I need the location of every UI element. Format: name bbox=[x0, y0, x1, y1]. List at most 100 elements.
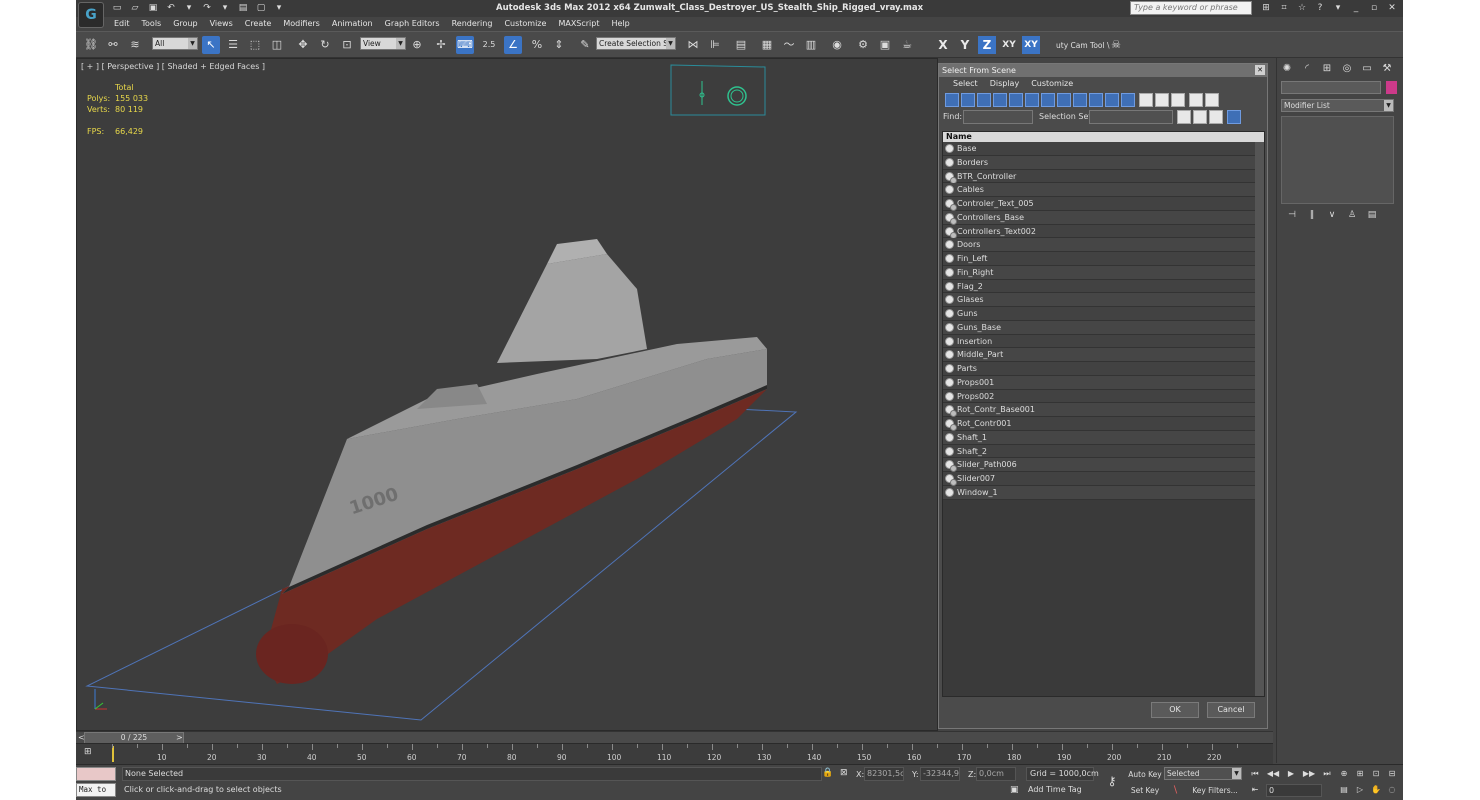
render-setup-icon[interactable]: ⚙ bbox=[854, 36, 872, 54]
new-file-icon[interactable]: ▭ bbox=[110, 2, 124, 14]
named-selection-dropdown[interactable]: Create Selection Se ▼ bbox=[596, 37, 676, 50]
utilities-tab-icon[interactable]: ⚒ bbox=[1379, 61, 1395, 77]
time-slider[interactable]: < 0 / 225 > bbox=[76, 731, 1273, 744]
field-of-view-icon[interactable]: ▷ bbox=[1354, 784, 1366, 796]
time-next-arrow[interactable]: > bbox=[176, 733, 183, 742]
filter-xrefs-icon[interactable] bbox=[1057, 93, 1071, 107]
menu-graph-editors[interactable]: Graph Editors bbox=[379, 17, 446, 31]
filter-geometry-icon[interactable] bbox=[945, 93, 959, 107]
list-item[interactable]: Rot_Contr_Base001 bbox=[943, 403, 1264, 418]
auto-key-button[interactable]: Auto Key bbox=[1128, 768, 1162, 781]
list-item[interactable]: Slider007 bbox=[943, 472, 1264, 486]
select-object-icon[interactable]: ↖ bbox=[202, 36, 220, 54]
app-logo-button[interactable]: G bbox=[78, 2, 104, 28]
filter-hidden-icon[interactable] bbox=[1121, 93, 1135, 107]
list-item[interactable]: Cables bbox=[943, 183, 1264, 197]
filter-containers-icon[interactable] bbox=[1089, 93, 1103, 107]
dialog-title-bar[interactable]: Select From Scene ✕ bbox=[939, 64, 1267, 77]
configure-sets-icon[interactable]: ▤ bbox=[1365, 208, 1379, 222]
select-invert-icon[interactable] bbox=[1171, 93, 1185, 107]
camtool-skull-icon[interactable]: ☠ bbox=[1107, 36, 1125, 54]
make-unique-icon[interactable]: ∨ bbox=[1325, 208, 1339, 222]
axis-z-button[interactable]: Z bbox=[978, 36, 996, 54]
scale-icon[interactable]: ⊡ bbox=[338, 36, 356, 54]
motion-tab-icon[interactable]: ◎ bbox=[1339, 61, 1355, 77]
zoom-extents-icon[interactable]: ⊡ bbox=[1370, 768, 1382, 780]
viewport-icon[interactable]: ▢ bbox=[254, 2, 268, 14]
menu-customize[interactable]: Customize bbox=[498, 17, 552, 31]
list-item[interactable]: Flag_2 bbox=[943, 279, 1264, 294]
list-item[interactable]: Shaft_2 bbox=[943, 444, 1264, 459]
dialog-close-icon[interactable]: ✕ bbox=[1255, 65, 1265, 75]
dialog-menu-select[interactable]: Select bbox=[947, 77, 984, 91]
edit-named-selection-icon[interactable]: ✎ bbox=[576, 36, 594, 54]
dialog-menu-customize[interactable]: Customize bbox=[1025, 77, 1079, 91]
filter-frozen-icon[interactable] bbox=[1105, 93, 1119, 107]
axis-xy-button[interactable]: XY bbox=[1000, 36, 1018, 54]
object-color-swatch[interactable] bbox=[1386, 81, 1397, 94]
list-item[interactable]: Slider_Path006 bbox=[943, 458, 1264, 473]
selection-filter-dropdown[interactable]: All ▼ bbox=[152, 37, 198, 50]
list-item[interactable]: Base bbox=[943, 142, 1264, 156]
select-manipulate-icon[interactable]: ✢ bbox=[432, 36, 450, 54]
menu-maxscript[interactable]: MAXScript bbox=[552, 17, 605, 31]
zoom-all-icon[interactable]: ⊞ bbox=[1354, 768, 1366, 780]
selection-set-dropdown[interactable] bbox=[1089, 110, 1173, 124]
list-item[interactable]: Fin_Left bbox=[943, 252, 1264, 266]
remove-modifier-icon[interactable]: ♙ bbox=[1345, 208, 1359, 222]
mirror-icon[interactable]: ⋈ bbox=[684, 36, 702, 54]
filter-funnel-icon[interactable] bbox=[1189, 93, 1203, 107]
axis-x-button[interactable]: X bbox=[934, 36, 952, 54]
perspective-viewport[interactable]: [ + ] [ Perspective ] [ Shaded + Edged F… bbox=[76, 58, 938, 731]
sel-set-add-icon[interactable] bbox=[1177, 110, 1191, 124]
list-item[interactable]: Fin_Right bbox=[943, 265, 1264, 280]
snaps-toggle-icon[interactable]: 2.5 bbox=[480, 36, 498, 54]
list-item[interactable]: Parts bbox=[943, 362, 1264, 376]
maxscript-listener-output[interactable] bbox=[76, 767, 116, 781]
key-filters-button[interactable]: Key Filters... bbox=[1188, 784, 1242, 797]
help-question-icon[interactable]: ? bbox=[1314, 2, 1326, 14]
redo-icon[interactable]: ↷ bbox=[200, 2, 214, 14]
list-item[interactable]: Glases bbox=[943, 293, 1264, 307]
close-icon[interactable]: ✕ bbox=[1386, 2, 1398, 14]
list-item[interactable]: Props001 bbox=[943, 375, 1264, 390]
open-file-icon[interactable]: ▱ bbox=[128, 2, 142, 14]
filter-bones-icon[interactable] bbox=[1073, 93, 1087, 107]
menu-modifiers[interactable]: Modifiers bbox=[277, 17, 326, 31]
spinner-snap-icon[interactable]: ⇕ bbox=[550, 36, 568, 54]
list-item[interactable]: Props002 bbox=[943, 389, 1264, 404]
dialog-menu-display[interactable]: Display bbox=[984, 77, 1026, 91]
modifier-list-dropdown[interactable]: Modifier List ▼ bbox=[1281, 99, 1394, 112]
restore-icon[interactable]: ▫ bbox=[1368, 2, 1380, 14]
pin-stack-icon[interactable]: ⊣ bbox=[1285, 208, 1299, 222]
list-item[interactable]: Borders bbox=[943, 155, 1264, 170]
filter-spacewarps-icon[interactable] bbox=[1025, 93, 1039, 107]
zoom-extents-all-icon[interactable]: ⊟ bbox=[1386, 768, 1398, 780]
redo-dropdown-icon[interactable]: ▾ bbox=[218, 2, 232, 14]
communication-center-icon[interactable]: ⌗ bbox=[1278, 2, 1290, 14]
select-all-icon[interactable] bbox=[1139, 93, 1153, 107]
link-icon[interactable]: ⛓ bbox=[82, 36, 100, 54]
percent-snap-icon[interactable]: % bbox=[528, 36, 546, 54]
go-to-end-icon[interactable]: ⏭ bbox=[1320, 768, 1334, 780]
selection-lock-icon[interactable]: 🔒 bbox=[822, 768, 833, 778]
sel-set-sync-icon[interactable] bbox=[1227, 110, 1241, 124]
absolute-mode-icon[interactable]: ⊠ bbox=[840, 768, 848, 778]
cancel-button[interactable]: Cancel bbox=[1207, 702, 1255, 718]
list-item[interactable]: Window_1 bbox=[943, 485, 1264, 500]
undo-icon[interactable]: ↶ bbox=[164, 2, 178, 14]
list-item[interactable]: Guns_Base bbox=[943, 320, 1264, 335]
material-editor-icon[interactable]: ◉ bbox=[828, 36, 846, 54]
filter-shapes-icon[interactable] bbox=[961, 93, 975, 107]
list-item[interactable]: Controllers_Base bbox=[943, 210, 1264, 225]
angle-snap-icon[interactable]: ∠ bbox=[504, 36, 522, 54]
find-input[interactable] bbox=[963, 110, 1033, 124]
filter-lights-icon[interactable] bbox=[977, 93, 991, 107]
display-tab-icon[interactable]: ▭ bbox=[1359, 61, 1375, 77]
current-frame-field[interactable]: 0 bbox=[1266, 784, 1322, 797]
show-end-result-icon[interactable]: ‖ bbox=[1305, 208, 1319, 222]
coord-y-field[interactable]: -32344,98 bbox=[920, 767, 960, 781]
layer-manager-icon[interactable]: ▤ bbox=[732, 36, 750, 54]
hierarchy-tab-icon[interactable]: ⊞ bbox=[1319, 61, 1335, 77]
axis-y-button[interactable]: Y bbox=[956, 36, 974, 54]
